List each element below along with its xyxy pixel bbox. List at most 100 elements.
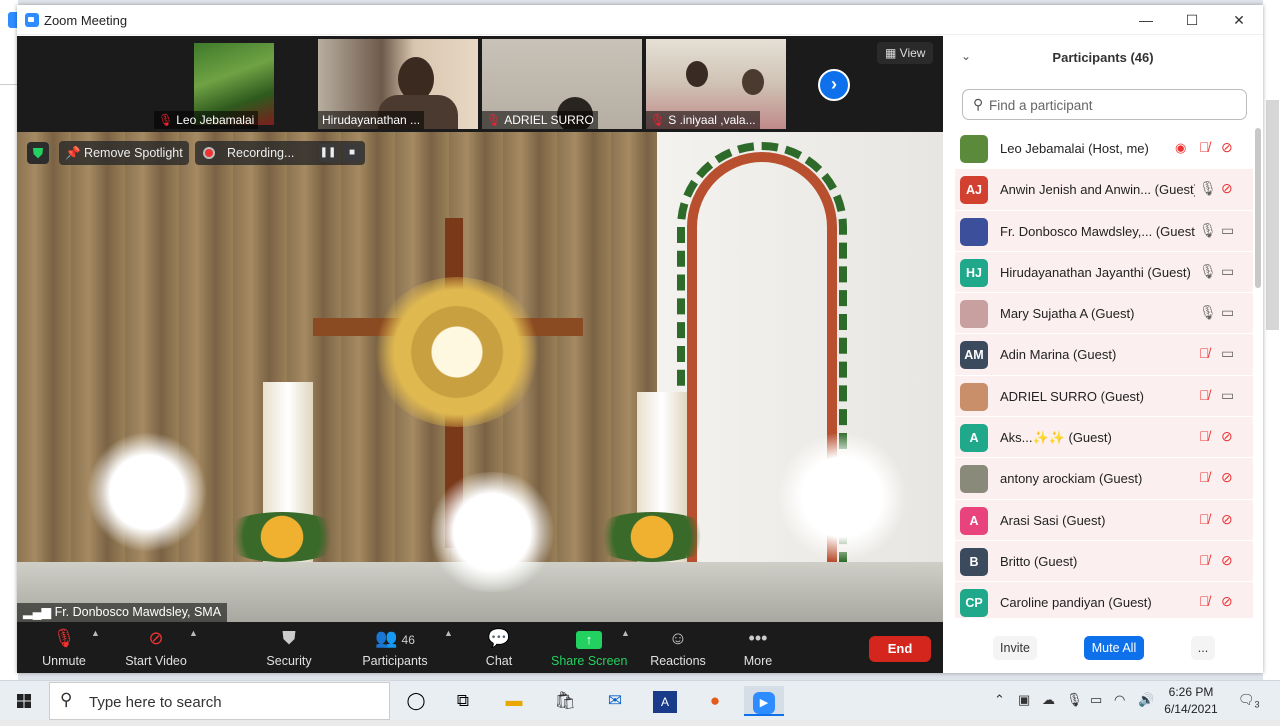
- participant-row[interactable]: A Arasi Sasi (Guest) 🎙̸ ⊘: [955, 499, 1253, 541]
- participants-options-caret[interactable]: ▲: [444, 628, 453, 638]
- end-meeting-button[interactable]: End: [869, 636, 931, 662]
- task-view-icon[interactable]: ⧉: [443, 686, 483, 716]
- more-button[interactable]: ••• More: [737, 622, 779, 673]
- file-explorer-icon[interactable]: ▬: [494, 686, 534, 716]
- share-options-caret[interactable]: ▲: [621, 628, 630, 638]
- participant-row[interactable]: AM Adin Marina (Guest) 🎙̸ ▭: [955, 334, 1253, 376]
- stop-recording-button[interactable]: ■: [343, 144, 361, 162]
- muted-mic-icon[interactable]: 🎙̸: [1199, 139, 1210, 155]
- wifi-icon[interactable]: ◠: [1114, 692, 1125, 708]
- video-off-icon[interactable]: ⊘: [1221, 593, 1233, 610]
- meet-now-icon[interactable]: ▣: [1018, 692, 1030, 708]
- video-thumbnail[interactable]: Hirudayanathan ...: [318, 39, 478, 129]
- action-center-icon[interactable]: 🗨3: [1238, 692, 1260, 710]
- muted-mic-icon[interactable]: 🎙̸: [1199, 428, 1210, 444]
- video-off-icon[interactable]: ⊘: [1221, 180, 1233, 197]
- video-icon[interactable]: ▭: [1221, 345, 1234, 362]
- minimize-button[interactable]: —: [1123, 5, 1169, 35]
- participant-row[interactable]: B Britto (Guest) 🎙̸ ⊘: [955, 540, 1253, 583]
- mute-all-button[interactable]: Mute All: [1084, 636, 1144, 660]
- participant-row[interactable]: Mary Sujatha A (Guest) 🎙 ▭: [955, 293, 1253, 335]
- video-icon[interactable]: ▭: [1221, 387, 1234, 404]
- show-hidden-icons-chevron[interactable]: ⌃: [994, 692, 1005, 708]
- video-off-icon: ⊘: [148, 628, 164, 648]
- cortana-icon[interactable]: ◯: [396, 686, 436, 716]
- participant-row[interactable]: Fr. Donbosco Mawdsley,... (Guest) 🎙 ▭: [955, 210, 1253, 252]
- participant-row[interactable]: antony arockiam (Guest) 🎙̸ ⊘: [955, 458, 1253, 500]
- mic-icon[interactable]: 🎙: [1199, 180, 1217, 197]
- video-off-icon[interactable]: ⊘: [1221, 511, 1233, 528]
- grid-icon: ▦: [885, 46, 900, 60]
- taskbar-search-box[interactable]: ⚲ Type here to search: [49, 682, 390, 720]
- microphone-icon[interactable]: 🎙: [1066, 692, 1083, 708]
- participant-row[interactable]: ADRIEL SURRO (Guest) 🎙̸ ▭: [955, 375, 1253, 418]
- video-icon[interactable]: ▭: [1221, 304, 1234, 321]
- app-icon[interactable]: A: [645, 686, 685, 716]
- start-video-button[interactable]: ⊘ Start Video: [117, 622, 195, 673]
- participant-row[interactable]: A Aks...✨✨ (Guest) 🎙̸ ⊘: [955, 417, 1253, 459]
- zoom-taskbar-icon[interactable]: ▶: [744, 686, 784, 716]
- onedrive-icon[interactable]: ☁: [1042, 692, 1055, 708]
- mic-icon[interactable]: 🎙: [1199, 304, 1217, 321]
- muted-mic-icon[interactable]: 🎙̸: [1199, 593, 1210, 609]
- mic-icon[interactable]: 🎙: [1199, 222, 1217, 239]
- store-icon[interactable]: 🛍: [545, 686, 585, 716]
- participant-row[interactable]: AJ Anwin Jenish and Anwin... (Guest) 🎙 ⊘: [955, 169, 1253, 211]
- mic-icon[interactable]: 🎙: [1199, 263, 1217, 280]
- video-thumbnail[interactable]: 🎙 S .iniyaal ,vala...: [646, 39, 786, 129]
- video-off-icon[interactable]: ⊘: [1221, 139, 1233, 156]
- muted-mic-icon[interactable]: 🎙̸: [1199, 469, 1210, 485]
- reactions-button[interactable]: ☺ Reactions: [647, 622, 709, 673]
- next-page-button[interactable]: ›: [818, 69, 850, 101]
- start-button[interactable]: [0, 681, 48, 721]
- unmute-button[interactable]: 🎙 Unmute: [33, 622, 95, 673]
- security-button[interactable]: ⛊ Security: [259, 622, 319, 673]
- muted-mic-icon[interactable]: 🎙̸: [1199, 552, 1210, 568]
- more-options-button[interactable]: ...: [1191, 636, 1215, 660]
- participant-row[interactable]: HJ Hirudayanathan Jayanthi (Guest) 🎙 ▭: [955, 251, 1253, 294]
- mail-icon[interactable]: ✉: [595, 686, 635, 716]
- video-thumbnail[interactable]: 🎙 ADRIEL SURRO: [482, 39, 642, 129]
- audio-options-caret[interactable]: ▲: [91, 628, 100, 638]
- video-options-caret[interactable]: ▲: [189, 628, 198, 638]
- avatar: AJ: [960, 176, 988, 205]
- taskbar-clock[interactable]: 6:26 PM 6/14/2021: [1160, 684, 1222, 718]
- participant-row[interactable]: Leo Jebamalai (Host, me) ◉ 🎙̸ ⊘: [955, 128, 1253, 170]
- recording-icon: ◉: [1175, 140, 1187, 155]
- maximize-button[interactable]: ☐: [1169, 5, 1215, 35]
- participant-list-scrollbar[interactable]: [1255, 128, 1261, 288]
- video-icon[interactable]: ▭: [1221, 222, 1234, 239]
- video-off-icon[interactable]: ⊘: [1221, 469, 1233, 486]
- participant-row[interactable]: CP Caroline pandiyan (Guest) 🎙̸ ⊘: [955, 582, 1253, 618]
- title-bar[interactable]: Zoom Meeting — ☐ ✕: [17, 5, 1263, 35]
- view-button[interactable]: ▦ View: [877, 42, 934, 64]
- search-icon: ⚲: [973, 96, 984, 112]
- muted-mic-icon: 🎙: [650, 113, 666, 127]
- muted-mic-icon[interactable]: 🎙̸: [1199, 345, 1210, 361]
- firefox-icon[interactable]: ●: [695, 686, 735, 716]
- video-thumbnail[interactable]: 🎙 Leo Jebamalai: [154, 39, 314, 129]
- video-off-icon[interactable]: ⊘: [1221, 552, 1233, 569]
- remove-spotlight-button[interactable]: 📌 Remove Spotlight: [59, 141, 189, 165]
- muted-mic-icon[interactable]: 🎙̸: [1199, 511, 1210, 527]
- avatar: A: [960, 506, 988, 535]
- chat-button[interactable]: 💬 Chat: [479, 622, 519, 673]
- thumbnail-name: Leo Jebamalai: [176, 113, 255, 127]
- participants-button[interactable]: 👥 46 Participants: [357, 622, 433, 673]
- close-button[interactable]: ✕: [1216, 5, 1262, 35]
- video-icon[interactable]: ▭: [1221, 263, 1234, 280]
- security-shield-icon[interactable]: ⛊: [27, 142, 49, 164]
- share-screen-button[interactable]: ↑ Share Screen: [551, 622, 627, 673]
- pause-recording-button[interactable]: ❚❚: [319, 144, 337, 162]
- video-off-icon[interactable]: ⊘: [1221, 428, 1233, 445]
- avatar: CP: [960, 589, 988, 618]
- volume-icon[interactable]: 🔊: [1138, 692, 1154, 708]
- background-window-scrollbar[interactable]: [1263, 0, 1280, 680]
- battery-icon[interactable]: ▭: [1090, 692, 1102, 708]
- more-dots-icon: •••: [748, 628, 768, 648]
- muted-mic-icon[interactable]: 🎙̸: [1199, 387, 1210, 403]
- search-input[interactable]: [989, 95, 1239, 115]
- participant-name: Leo Jebamalai (Host, me): [1000, 141, 1149, 156]
- invite-button[interactable]: Invite: [993, 636, 1037, 660]
- participant-search[interactable]: ⚲: [962, 89, 1247, 120]
